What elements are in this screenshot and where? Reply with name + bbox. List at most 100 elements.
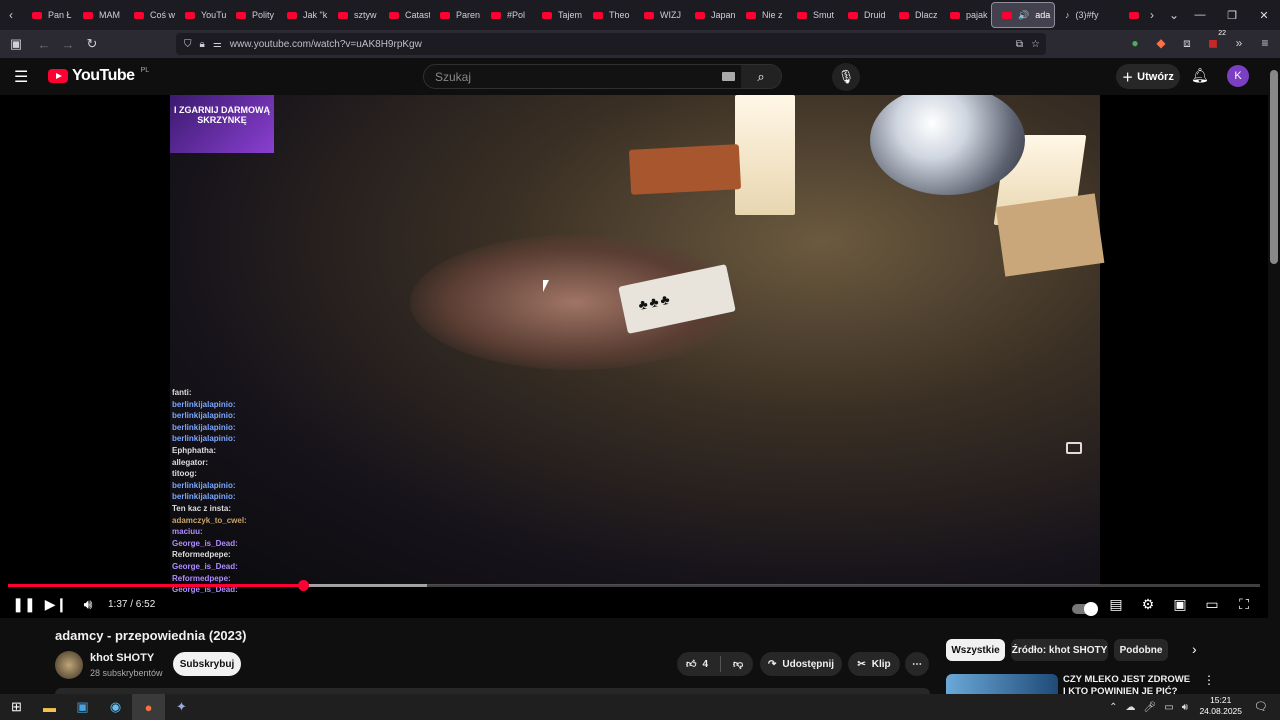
recommended-menu-icon[interactable]: ⋮ [1203, 673, 1215, 687]
close-window-icon[interactable]: ✕ [1248, 0, 1280, 30]
create-button[interactable]: ＋ Utwórz [1116, 64, 1180, 89]
steam-icon[interactable]: ◉ [99, 694, 132, 720]
browser-tab[interactable]: sztyw [328, 2, 379, 28]
youtube-logo[interactable]: YouTube PL [48, 67, 149, 85]
chips-next-icon[interactable]: › [1192, 641, 1197, 657]
network-icon[interactable]: ▭ [1164, 702, 1173, 713]
tab-scroll-right-icon[interactable]: › [1141, 2, 1163, 28]
recommended-title[interactable]: CZY MLEKO JEST ZDROWE I KTO POWINIEN JE … [1063, 674, 1193, 694]
browser-tab[interactable]: MAM [73, 2, 124, 28]
list-tabs-icon[interactable]: ⌄ [1163, 2, 1185, 28]
browser-tab[interactable]: Druid [838, 2, 889, 28]
browser-tab[interactable]: Coś w [124, 2, 175, 28]
autoplay-toggle[interactable] [1068, 590, 1100, 618]
tray-expand-icon[interactable]: ⌃ [1109, 702, 1117, 713]
notifications-icon[interactable]: 🗨︎ [1254, 700, 1268, 713]
minimize-icon[interactable]: — [1184, 0, 1216, 30]
browser-tab[interactable]: Smut [787, 2, 838, 28]
clock[interactable]: 15:21 24.08.2025 [1199, 695, 1242, 717]
progress-bar[interactable] [8, 580, 1260, 591]
browser-tab[interactable]: Tajem [532, 2, 583, 28]
reload-icon[interactable]: ↻ [80, 32, 104, 56]
speaker-icon[interactable]: 🔊 [1018, 10, 1029, 21]
browser-tab[interactable]: Polity [226, 2, 277, 28]
fullscreen-icon[interactable]: ⛶ [1228, 590, 1260, 618]
tab-partial[interactable] [1119, 2, 1141, 28]
search-input[interactable]: Szukaj [435, 70, 471, 84]
extensions-puzzle-icon[interactable]: ⧈ [1178, 34, 1196, 52]
reader-view-icon[interactable]: ⧉ [1016, 39, 1023, 50]
channel-avatar[interactable] [55, 651, 83, 679]
browser-tab[interactable]: Theo [583, 2, 634, 28]
browser-tab[interactable]: pajak [940, 2, 991, 28]
voice-search-mic-icon[interactable]: 🎙︎ [832, 63, 860, 91]
url-text[interactable]: www.youtube.com/watch?v=uAK8H9rpKgw [230, 39, 422, 50]
extension-shield-icon[interactable]: ● [1126, 34, 1144, 52]
recommended-thumbnail[interactable] [946, 674, 1058, 694]
browser-tab[interactable]: Jak "k [277, 2, 328, 28]
tab-active[interactable]: 🔊 ada ✕ [991, 2, 1055, 28]
browser-tab[interactable]: Nie z [736, 2, 787, 28]
back-icon[interactable]: ← [32, 32, 56, 56]
chip-all[interactable]: Wszystkie [946, 639, 1005, 661]
more-actions-button[interactable]: ⋯ [905, 652, 929, 676]
app-icon[interactable]: ✦ [165, 694, 198, 720]
video-player[interactable]: ♣♣♣ I ZGARNIJ DARMOWĄ SKRZYNKĘ fanti: ber… [0, 95, 1268, 618]
account-avatar[interactable]: K [1227, 65, 1249, 87]
browser-tab[interactable]: Dlacz [889, 2, 940, 28]
browser-tab[interactable]: Catast [379, 2, 430, 28]
address-bar[interactable]: ⛉ 🔒︎ ⚌ www.youtube.com/watch?v=uAK8H9rpK… [176, 33, 1046, 55]
clip-button[interactable]: ✂ Klip [848, 652, 900, 676]
forward-icon[interactable]: → [56, 32, 80, 56]
more-tools-icon[interactable]: » [1230, 34, 1248, 52]
browser-tab[interactable]: #Pol [481, 2, 532, 28]
page-scrollbar[interactable] [1268, 58, 1280, 694]
mic-tray-icon[interactable]: 🎤︎ [1144, 702, 1157, 713]
dislike-button[interactable]: 👎︎ [733, 658, 743, 670]
chip-source[interactable]: Źródło: khot SHOTY [1011, 639, 1108, 661]
guide-menu-icon[interactable]: ☰ [14, 67, 34, 87]
windows-start-icon[interactable]: ⊞ [0, 694, 33, 720]
permissions-icon[interactable]: ⚌ [213, 39, 222, 50]
share-button[interactable]: ↷ Udostępnij [760, 652, 842, 676]
tab-tiktok[interactable]: ♪ (3)#fy [1055, 2, 1119, 28]
browser-tab[interactable]: YouTu [175, 2, 226, 28]
scrollbar-thumb[interactable] [1270, 70, 1278, 264]
video-frame[interactable]: ♣♣♣ [170, 95, 1105, 585]
firefox-icon[interactable]: ● [132, 694, 165, 720]
miniplayer-icon[interactable]: ▣ [1164, 590, 1196, 618]
onedrive-icon[interactable]: ☁ [1126, 702, 1136, 713]
tab-scroll-left-icon[interactable]: ‹ [0, 2, 22, 28]
theater-mode-icon[interactable]: ▭ [1196, 590, 1228, 618]
shield-icon[interactable]: ⛉ [184, 39, 192, 50]
subtitles-icon[interactable]: ▤ [1100, 590, 1132, 618]
browser-tab[interactable]: WIZJ [634, 2, 685, 28]
file-explorer-icon[interactable]: ▬ [33, 694, 66, 720]
search-button[interactable]: ⌕ [741, 65, 781, 88]
keyboard-icon[interactable] [722, 72, 735, 81]
bookmark-star-icon[interactable]: ☆ [1031, 39, 1040, 50]
mouse-cursor-icon [543, 280, 549, 292]
next-icon[interactable]: ▶❙ [40, 590, 72, 618]
notifications-bell-icon[interactable]: 🔔︎ [1191, 67, 1209, 84]
chip-related[interactable]: Podobne [1114, 639, 1168, 661]
subscribe-button[interactable]: Subskrybuj [173, 652, 241, 676]
volume-tray-icon[interactable]: 🔊︎ [1182, 702, 1188, 713]
ublock-icon[interactable]: ◼ 22 [1204, 30, 1226, 52]
expand-overlay-icon[interactable] [1066, 442, 1082, 454]
menu-icon[interactable]: ≡ [1256, 34, 1274, 52]
extension-fox-icon[interactable]: ◆ [1152, 34, 1170, 52]
lock-icon[interactable]: 🔒︎ [200, 39, 205, 50]
browser-tab[interactable]: Paren [430, 2, 481, 28]
volume-icon[interactable]: 🔊︎ [72, 590, 104, 618]
channel-name[interactable]: khot SHOTY [90, 652, 154, 664]
browser-tab[interactable]: Japan [685, 2, 736, 28]
control-panel-icon[interactable]: ▣ [66, 694, 99, 720]
browser-tab[interactable]: Pan Ł [22, 2, 73, 28]
search-box[interactable]: Szukaj ⌕ [423, 64, 782, 89]
pause-icon[interactable]: ❚❚ [8, 590, 40, 618]
like-button[interactable]: 👍︎ 4 [686, 658, 708, 671]
restore-icon[interactable]: ❐ [1216, 0, 1248, 30]
settings-gear-icon[interactable]: ⚙ [1132, 590, 1164, 618]
sidebar-toggle-icon[interactable]: ▣ [4, 32, 28, 56]
